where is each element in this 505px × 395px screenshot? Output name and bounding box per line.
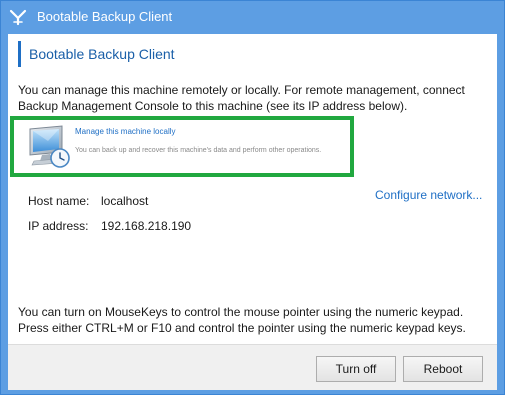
manage-locally-title: Manage this machine locally — [75, 127, 176, 136]
window-title: Bootable Backup Client — [37, 9, 173, 24]
ip-address-row: IP address: 192.168.218.190 — [28, 219, 191, 233]
button-bar: Turn off Reboot — [8, 344, 497, 390]
host-name-label: Host name: — [28, 194, 90, 208]
title-bar[interactable]: Bootable Backup Client — [1, 1, 504, 34]
intro-line-1: You can manage this machine remotely or … — [18, 83, 465, 97]
app-window: Bootable Backup Client Bootable Backup C… — [0, 0, 505, 395]
ip-address-value: 192.168.218.190 — [101, 219, 192, 233]
manage-locally-description: You can back up and recover this machine… — [75, 147, 322, 154]
page-title: Bootable Backup Client — [18, 41, 175, 67]
manage-locally-option[interactable]: Manage this machine locally You can back… — [14, 120, 350, 173]
computer-clock-icon — [29, 125, 70, 168]
intro-line-2: Backup Management Console to this machin… — [18, 99, 408, 113]
host-name-value: localhost — [101, 194, 149, 208]
acronis-logo-icon — [9, 9, 27, 26]
hint-line-1: You can turn on MouseKeys to control the… — [18, 305, 464, 319]
reboot-button[interactable]: Reboot — [403, 356, 483, 382]
intro-text: You can manage this machine remotely or … — [18, 82, 492, 114]
ip-address-label: IP address: — [28, 219, 89, 233]
main-panel: Bootable Backup Client You can manage th… — [8, 34, 497, 390]
host-name-row: Host name: localhost — [28, 194, 148, 208]
turn-off-button[interactable]: Turn off — [316, 356, 396, 382]
hint-line-2: Press either CTRL+M or F10 and control t… — [18, 321, 466, 335]
mousekeys-hint: You can turn on MouseKeys to control the… — [18, 304, 496, 336]
configure-network-link[interactable]: Configure network... — [375, 188, 482, 202]
